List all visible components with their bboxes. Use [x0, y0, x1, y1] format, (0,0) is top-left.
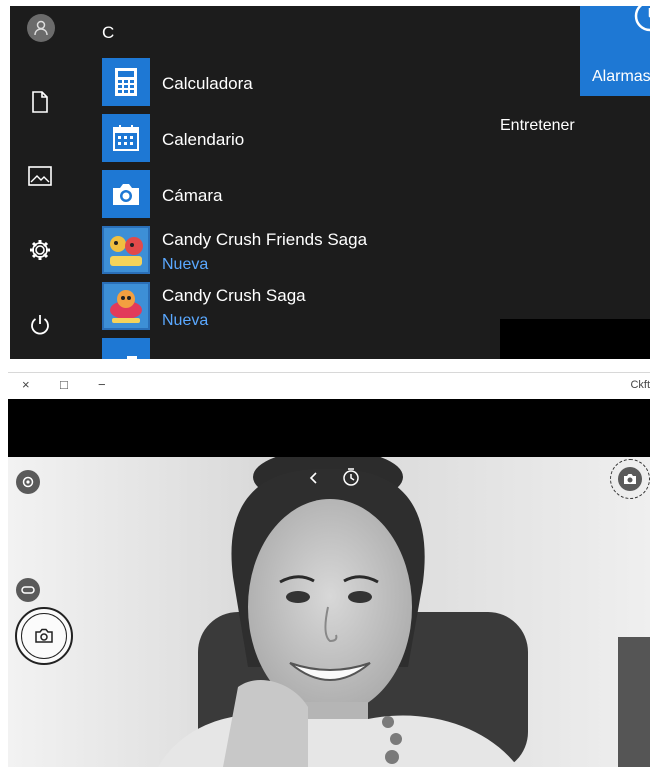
app-item-candy-crush[interactable]: Candy Crush Saga Nueva [100, 282, 400, 336]
start-menu: C Calculadora Calendario Cámara Candy Cr… [10, 6, 650, 359]
app-tile-partial [102, 338, 150, 359]
timer-icon[interactable] [340, 465, 362, 489]
alarm-clock-icon [634, 6, 650, 32]
section-letter[interactable]: C [102, 23, 114, 43]
photo-settings-icon[interactable] [610, 459, 650, 499]
tile-placeholder [500, 319, 650, 359]
app-item-camara[interactable]: Cámara [100, 170, 400, 224]
back-chevron-icon[interactable] [304, 467, 322, 489]
pictures-icon[interactable] [24, 160, 56, 192]
app-name: Candy Crush Saga [162, 286, 306, 305]
app-name: Candy Crush Friends Saga [162, 230, 368, 249]
app-item-partial[interactable] [100, 338, 400, 359]
app-badge-new: Nueva [162, 256, 209, 273]
settings-icon[interactable] [16, 470, 40, 494]
calendar-icon [102, 114, 150, 162]
close-icon[interactable]: × [22, 377, 30, 392]
start-rail [10, 6, 72, 359]
camera-titlebar: × □ − Ckft [8, 372, 650, 399]
candy-crush-friends-icon [102, 226, 150, 274]
app-item-calendario[interactable]: Calendario [100, 114, 400, 168]
titlebar-right-text: Ckft [630, 379, 650, 391]
candy-crush-icon [102, 282, 150, 330]
app-item-candy-crush-friends[interactable]: Candy Crush Friends Saga Nueva [100, 226, 400, 280]
camera-preview-image [8, 457, 650, 767]
power-icon[interactable] [24, 309, 56, 341]
app-badge-new: Nueva [162, 312, 209, 329]
user-avatar-icon[interactable] [27, 14, 55, 42]
document-icon[interactable] [24, 86, 56, 118]
maximize-icon[interactable]: □ [60, 377, 68, 392]
camera-header-bar [8, 399, 650, 457]
tile-group-label[interactable]: Entretener [500, 117, 575, 135]
tile-alarms-label: Alarmas [592, 68, 650, 85]
divider [0, 362, 650, 372]
camera-icon [102, 170, 150, 218]
camera-viewfinder[interactable] [8, 457, 650, 767]
app-name: Calculadora [162, 74, 253, 93]
tile-alarms[interactable]: Alarmas [580, 6, 650, 96]
photo-capture-icon[interactable] [15, 607, 73, 665]
minimize-icon[interactable]: − [98, 377, 106, 392]
app-item-calculadora[interactable]: Calculadora [100, 58, 400, 112]
app-name: Cámara [162, 186, 223, 205]
app-name: Calendario [162, 130, 245, 149]
video-mode-icon[interactable] [16, 578, 40, 602]
calculator-icon [102, 58, 150, 106]
settings-gear-icon[interactable] [24, 234, 56, 266]
